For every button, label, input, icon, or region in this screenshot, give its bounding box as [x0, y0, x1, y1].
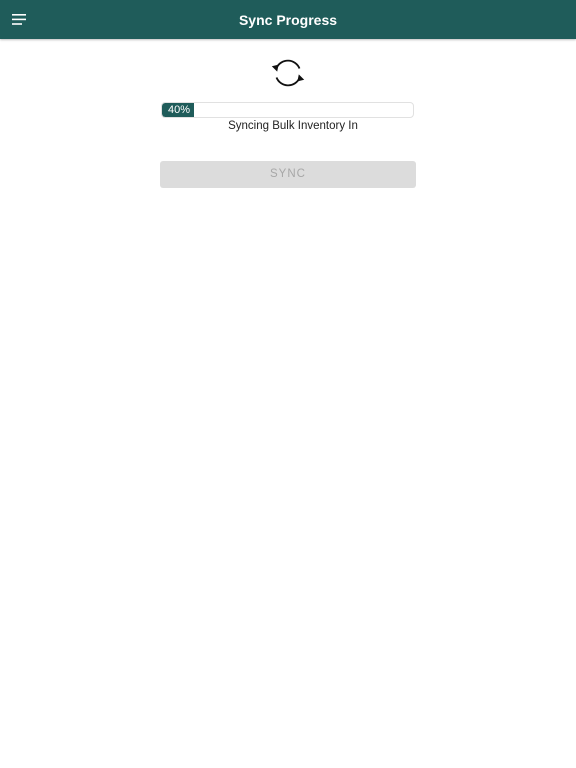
app-header: Sync Progress [0, 0, 576, 39]
sync-progress-label: 40% [168, 104, 191, 116]
sync-progress-screen: Sync Progress 40% Syncing Bulk Inventory… [0, 0, 576, 768]
sync-icon [268, 53, 308, 93]
sync-status-text: Syncing Bulk Inventory In [228, 120, 358, 132]
sync-button[interactable]: SYNC [160, 161, 416, 188]
page-title: Sync Progress [238, 12, 338, 28]
sync-progress-bar: 40% [161, 102, 414, 118]
